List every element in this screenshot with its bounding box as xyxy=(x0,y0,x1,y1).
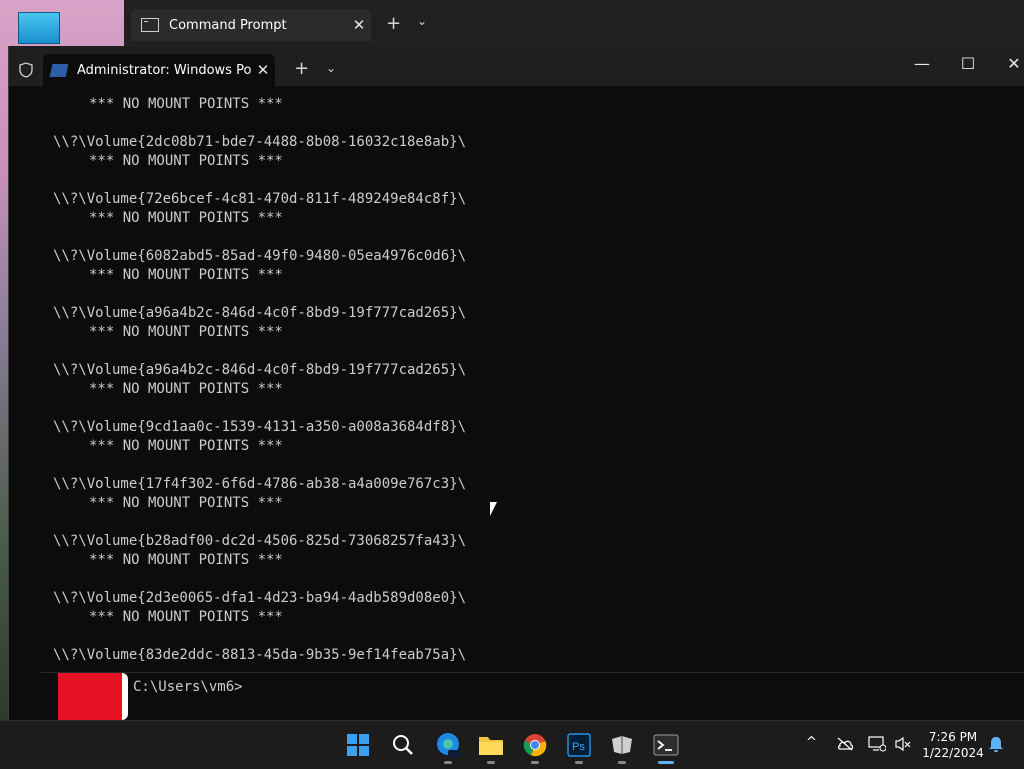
onedrive-icon[interactable] xyxy=(836,737,854,751)
terminal-line: \\?\Volume{2dc08b71-bde7-4488-8b08-16032… xyxy=(53,134,467,150)
terminal-line: *** NO MOUNT POINTS *** xyxy=(89,495,283,511)
tab-label: Administrator: Windows Powe xyxy=(77,62,251,78)
terminal-line: *** NO MOUNT POINTS *** xyxy=(89,210,283,226)
search-icon[interactable] xyxy=(388,730,418,760)
chrome-icon[interactable] xyxy=(520,730,550,760)
terminal-line: *** NO MOUNT POINTS *** xyxy=(89,609,283,625)
terminal-line: \\?\Volume{83de2ddc-8813-45da-9b35-9ef14… xyxy=(53,647,467,663)
terminal-line: *** NO MOUNT POINTS *** xyxy=(89,96,283,112)
clock-time: 7:26 PM xyxy=(928,730,978,744)
prompt-pane[interactable]: C:\Users\vm6> xyxy=(41,672,1024,721)
window-titlebar: Administrator: Windows Powe ✕ + ⌄ — ☐ ✕ xyxy=(9,46,1024,86)
cmd-icon xyxy=(141,18,159,32)
terminal-line: *** NO MOUNT POINTS *** xyxy=(89,267,283,283)
chevron-down-icon[interactable]: ⌄ xyxy=(326,61,336,75)
terminal-output[interactable]: *** NO MOUNT POINTS *** \\?\Volume{2dc08b… xyxy=(9,86,1024,672)
terminal-line: \\?\Volume{2d3e0065-dfa1-4d23-ba94-4adb5… xyxy=(53,590,467,606)
terminal-line: *** NO MOUNT POINTS *** xyxy=(89,324,283,340)
pane-divider xyxy=(122,673,128,720)
terminal-line: \\?\Volume{6082abd5-85ad-49f0-9480-05ea4… xyxy=(53,248,467,264)
tab-label: Command Prompt xyxy=(169,17,287,33)
terminal-line: \\?\Volume{a96a4b2c-846d-4c0f-8bd9-19f77… xyxy=(53,305,467,321)
terminal-icon[interactable] xyxy=(651,730,681,760)
powershell-icon xyxy=(49,63,69,77)
background-window-titlebar: Command Prompt ✕ + ⌄ xyxy=(124,0,1024,46)
svg-text:Ps: Ps xyxy=(572,741,585,753)
command-prompt-text[interactable]: C:\Users\vm6> xyxy=(133,679,243,695)
terminal-line: \\?\Volume{72e6bcef-4c81-470d-811f-48924… xyxy=(53,191,467,207)
terminal-line: *** NO MOUNT POINTS *** xyxy=(89,381,283,397)
terminal-line: \\?\Volume{b28adf00-dc2d-4506-825d-73068… xyxy=(53,533,467,549)
maximize-button[interactable]: ☐ xyxy=(953,54,983,73)
terminal-line: *** NO MOUNT POINTS *** xyxy=(89,552,283,568)
terminal-window: Administrator: Windows Powe ✕ + ⌄ — ☐ ✕ … xyxy=(8,46,1024,721)
terminal-line: \\?\Volume{9cd1aa0c-1539-4131-a350-a008a… xyxy=(53,419,467,435)
terminal-line: \\?\Volume{17f4f302-6f6d-4786-ab38-a4a00… xyxy=(53,476,467,492)
taskbar: Ps ^ 7:26 PM 1/22/2024 xyxy=(0,720,1024,769)
terminal-line: \\?\Volume{a96a4b2c-846d-4c0f-8bd9-19f77… xyxy=(53,362,467,378)
tab-command-prompt[interactable]: Command Prompt ✕ xyxy=(131,9,371,41)
photoshop-icon[interactable]: Ps xyxy=(564,730,594,760)
system-clock[interactable]: 7:26 PM 1/22/2024 xyxy=(918,729,988,761)
volume-icon[interactable] xyxy=(894,736,912,752)
tab-administrator-powershell[interactable]: Administrator: Windows Powe ✕ xyxy=(43,54,275,86)
file-explorer-icon[interactable] xyxy=(476,730,506,760)
clock-date: 1/22/2024 xyxy=(922,746,984,760)
minimize-button[interactable]: — xyxy=(907,54,937,73)
terminal-line: *** NO MOUNT POINTS *** xyxy=(89,153,283,169)
running-indicator xyxy=(618,761,626,764)
start-icon[interactable] xyxy=(343,730,373,760)
mouse-cursor xyxy=(490,502,497,516)
close-tab-icon[interactable]: ✕ xyxy=(251,61,275,79)
chevron-down-icon[interactable]: ⌄ xyxy=(417,14,427,28)
desktop-icon[interactable] xyxy=(18,12,60,44)
notification-bell-icon[interactable] xyxy=(988,736,1004,753)
close-window-button[interactable]: ✕ xyxy=(999,54,1024,73)
terminal-line: *** NO MOUNT POINTS *** xyxy=(89,438,283,454)
show-hidden-icons-button[interactable]: ^ xyxy=(806,735,817,750)
running-indicator xyxy=(575,761,583,764)
new-tab-button[interactable]: + xyxy=(294,58,309,79)
running-indicator xyxy=(487,761,495,764)
network-icon[interactable] xyxy=(868,736,886,752)
red-highlight xyxy=(58,673,122,720)
running-indicator xyxy=(444,761,452,764)
close-tab-icon[interactable]: ✕ xyxy=(347,16,371,34)
app-icon[interactable] xyxy=(607,730,637,760)
shield-icon xyxy=(19,62,33,78)
active-indicator xyxy=(658,761,674,764)
new-tab-button[interactable]: + xyxy=(386,13,401,34)
running-indicator xyxy=(531,761,539,764)
edge-beta-icon[interactable] xyxy=(433,730,463,760)
